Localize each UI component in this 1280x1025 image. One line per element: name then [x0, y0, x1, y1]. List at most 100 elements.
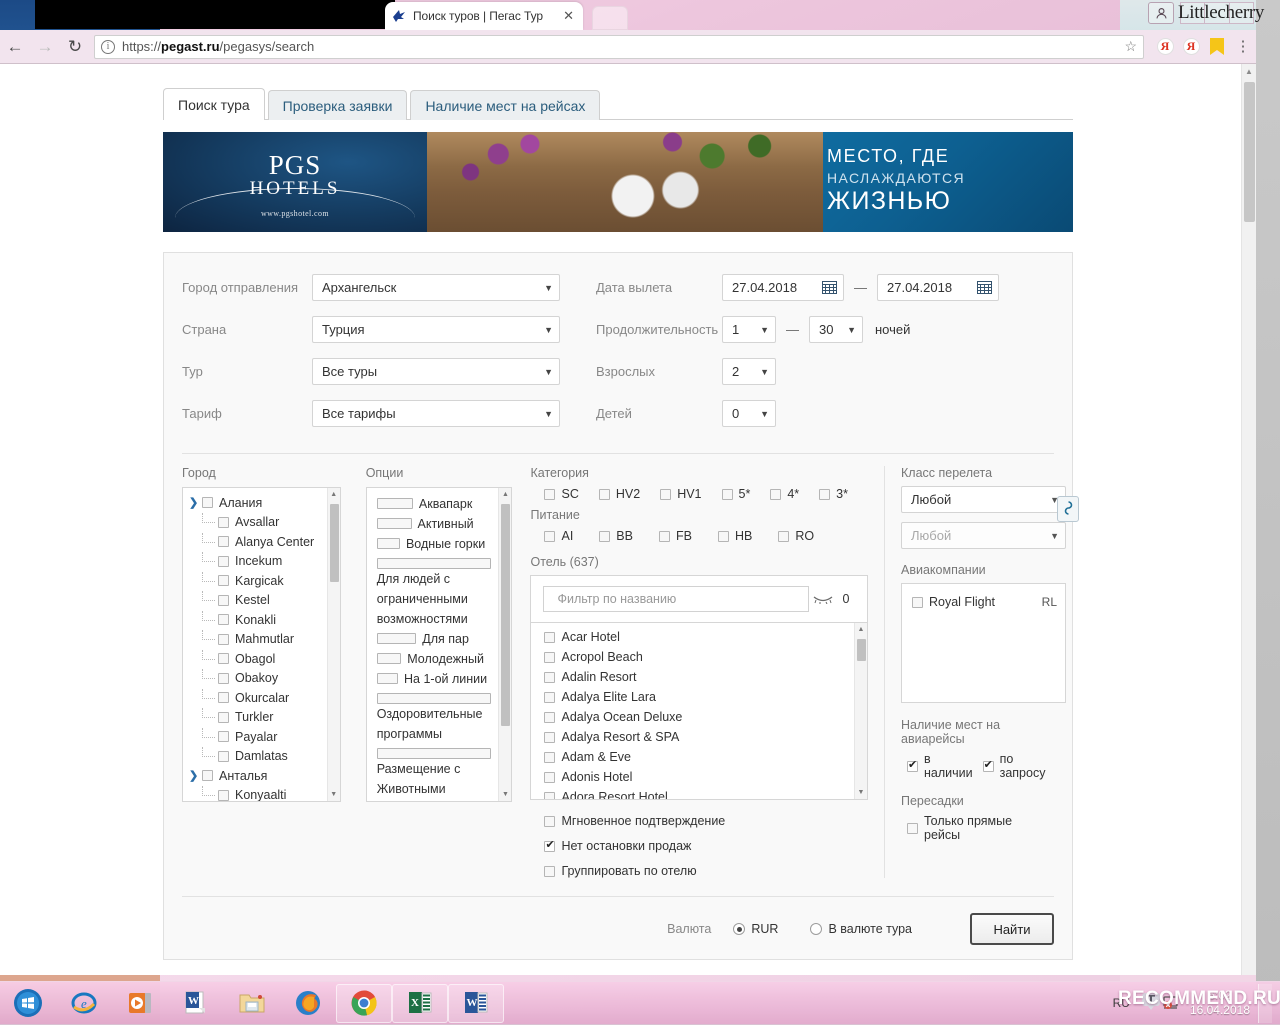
checkbox-checked[interactable] [982, 758, 994, 772]
city-scrollbar[interactable]: ▲ ▼ [326, 488, 340, 801]
taskbar-explorer-icon[interactable] [224, 982, 280, 1025]
checkbox[interactable] [218, 731, 229, 743]
select-flight-class-secondary[interactable]: Любой ▼ [901, 522, 1066, 549]
checkbox[interactable] [544, 651, 556, 663]
city-tree-listbox[interactable]: ❯ Алания Avsallar Alanya Center Incekum K… [182, 487, 341, 802]
checkbox[interactable] [218, 750, 229, 762]
options-scrollbar[interactable]: ▲ ▼ [498, 488, 512, 801]
tree-node-parent[interactable]: ❯ Алания [183, 493, 340, 513]
checkbox[interactable] [218, 575, 229, 587]
select-departure-city[interactable]: Архангельск ▼ [312, 274, 560, 301]
scroll-down-icon[interactable]: ▼ [855, 786, 867, 799]
scroll-up-icon[interactable]: ▲ [855, 623, 867, 636]
tree-node-child[interactable]: Mahmutlar [183, 630, 340, 650]
tree-node-child[interactable]: Konyaalti [183, 786, 340, 801]
airline-item[interactable]: Royal Flight RL [902, 592, 1065, 612]
category-option-hv2[interactable]: HV2 [598, 487, 640, 501]
option-item[interactable]: Оздоровительные программы [367, 689, 512, 744]
checkbox[interactable] [376, 498, 413, 509]
transfers-option-direct-only[interactable]: Только прямые рейсы [907, 814, 1034, 842]
option-item[interactable]: Рекомендуем [367, 799, 512, 801]
select-duration-min[interactable]: 1 ▼ [722, 316, 776, 343]
tree-node-child[interactable]: Payalar [183, 727, 340, 747]
scrollbar-thumb[interactable] [1244, 82, 1255, 222]
meal-option-fb[interactable]: FB [658, 529, 692, 543]
checkbox[interactable] [218, 516, 229, 528]
select-tour[interactable]: Все туры ▼ [312, 358, 560, 385]
option-item[interactable]: Размещение с Животными [367, 744, 512, 799]
checkbox[interactable] [778, 530, 790, 542]
tab-proverka-zayavki[interactable]: Проверка заявки [267, 90, 408, 120]
checkbox[interactable] [218, 672, 229, 684]
forward-button-icon[interactable]: → [30, 32, 60, 62]
scroll-up-icon[interactable]: ▲ [499, 488, 511, 501]
checkbox[interactable] [544, 865, 556, 877]
taskbar-word-icon[interactable]: W [168, 982, 224, 1025]
checkbox-checked[interactable] [544, 838, 556, 852]
checkbox[interactable] [544, 815, 556, 827]
options-listbox[interactable]: Аквапарк Активный Водные горки Для людей… [365, 487, 513, 802]
taskbar-media-player-icon[interactable] [112, 982, 168, 1025]
hotel-item[interactable]: Acropol Beach [531, 647, 867, 667]
checkbox[interactable] [658, 530, 670, 542]
input-date-to[interactable]: 27.04.2018 [877, 274, 999, 301]
start-button[interactable] [0, 982, 56, 1025]
tree-node-child[interactable]: Incekum [183, 552, 340, 572]
checkbox[interactable] [598, 488, 610, 500]
checkbox[interactable] [218, 789, 229, 801]
checkbox[interactable] [218, 633, 229, 645]
taskbar-word-doc-icon[interactable]: W [448, 983, 504, 1023]
checkbox[interactable] [544, 671, 556, 683]
tree-node-child[interactable]: Kestel [183, 591, 340, 611]
tab-poisk-tura[interactable]: Поиск тура [163, 88, 265, 120]
tree-node-child[interactable]: Alanya Center [183, 532, 340, 552]
browser-tab-active[interactable]: Поиск туров | Пегас Тур ✕ [385, 2, 583, 30]
checkbox[interactable] [376, 518, 412, 529]
calendar-icon[interactable] [822, 281, 837, 294]
taskbar-excel-icon[interactable]: X [392, 983, 448, 1023]
checkbox[interactable] [717, 530, 729, 542]
checkbox[interactable] [218, 594, 229, 606]
checkbox[interactable] [218, 692, 229, 704]
scroll-up-icon[interactable]: ▲ [328, 488, 340, 501]
address-bar[interactable]: i https://pegast.ru/pegasys/search ☆ [94, 34, 1144, 59]
meal-option-bb[interactable]: BB [599, 529, 633, 543]
tree-node-child[interactable]: Turkler [183, 708, 340, 728]
checkbox[interactable] [376, 693, 492, 704]
tree-node-child[interactable]: Damlatas [183, 747, 340, 767]
checkbox[interactable] [599, 530, 611, 542]
category-option-4star[interactable]: 4* [770, 487, 799, 501]
checkbox[interactable] [376, 558, 492, 569]
option-item[interactable]: Для людей с ограниченными возможностями [367, 554, 512, 629]
chevron-right-icon[interactable]: ❯ [189, 769, 202, 782]
checkbox[interactable] [819, 488, 831, 500]
tree-node-parent[interactable]: ❯ Анталья [183, 766, 340, 786]
checkbox[interactable] [218, 555, 229, 567]
tab-close-icon[interactable]: ✕ [560, 8, 577, 24]
hotel-item[interactable]: Adalya Resort & SPA [531, 727, 867, 747]
link-glossary[interactable]: Словарь терминов [419, 974, 540, 975]
reload-button-icon[interactable]: ↻ [60, 32, 90, 62]
option-item[interactable]: Аквапарк [367, 494, 512, 514]
page-info-icon[interactable]: i [101, 39, 115, 54]
checkbox[interactable] [218, 536, 229, 548]
option-item[interactable]: На 1-ой линии [367, 669, 512, 689]
scrollbar-thumb[interactable] [501, 504, 511, 726]
bookmark-star-icon[interactable]: ☆ [1124, 38, 1137, 55]
option-item[interactable]: Для пар [367, 629, 512, 649]
checkbox[interactable] [544, 731, 556, 743]
currency-option-tour[interactable]: В валюте тура [810, 922, 912, 936]
hotel-item[interactable]: Adalya Elite Lara [531, 687, 867, 707]
checkbox[interactable] [544, 791, 556, 799]
checkbox[interactable] [376, 748, 492, 759]
taskbar-chrome-icon[interactable] [336, 983, 392, 1023]
taskbar-internet-explorer-icon[interactable]: e [56, 982, 112, 1025]
radio[interactable] [810, 923, 823, 935]
tree-node-child[interactable]: Obakoy [183, 669, 340, 689]
category-option-hv1[interactable]: HV1 [660, 487, 702, 501]
hotel-scrollbar[interactable]: ▲ ▼ [854, 623, 867, 799]
hotel-item[interactable]: Adora Resort Hotel [531, 787, 867, 799]
select-duration-max[interactable]: 30 ▼ [809, 316, 863, 343]
checkbox[interactable] [660, 488, 672, 500]
check-group-by-hotel[interactable]: Группировать по отелю [544, 864, 868, 878]
